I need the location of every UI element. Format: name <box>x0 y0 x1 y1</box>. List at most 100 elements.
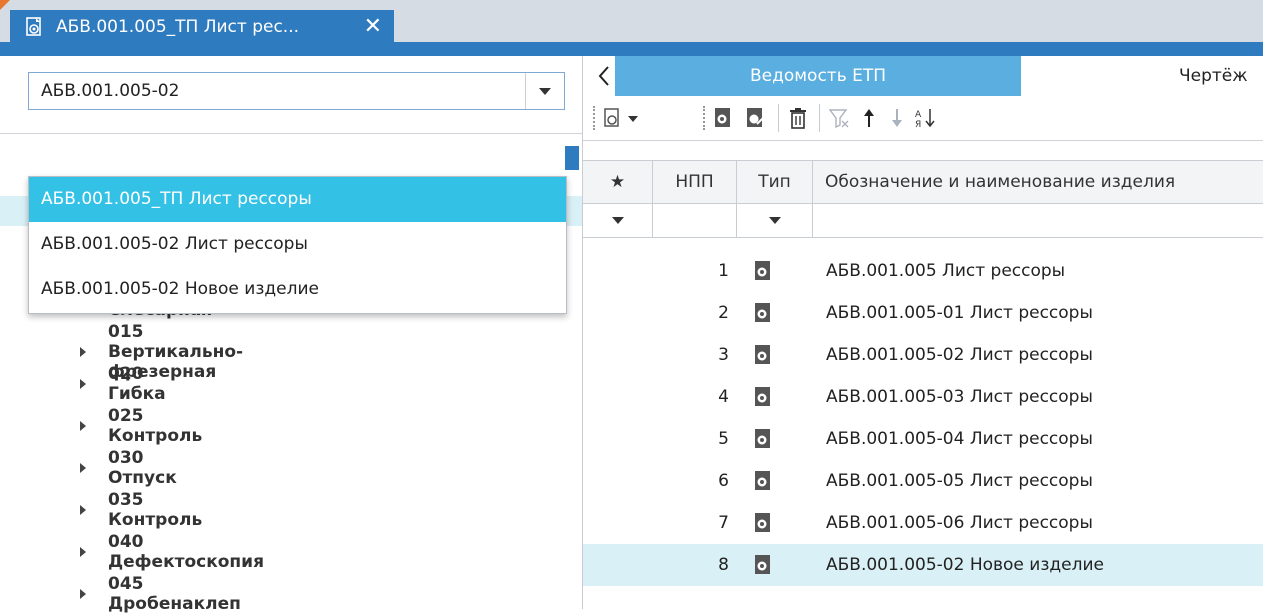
document-tab-bar: АБВ.001.005_ТП Лист рес... ✕ <box>0 0 1263 44</box>
document-tab[interactable]: АБВ.001.005_ТП Лист рес... ✕ <box>10 10 394 44</box>
expand-arrow-icon[interactable] <box>80 505 86 515</box>
toolbar-grip <box>593 106 597 130</box>
table-row[interactable]: 2 АБВ.001.005-01 Лист рессоры <box>583 292 1263 334</box>
toolbar-separator <box>819 104 820 132</box>
document-type-icon <box>753 470 775 492</box>
dropdown-option[interactable]: АБВ.001.005-02 Новое изделие <box>29 267 566 312</box>
filter-type[interactable] <box>737 203 813 237</box>
dropdown-option[interactable]: АБВ.001.005_ТП Лист рессоры <box>29 177 566 222</box>
chevron-down-icon <box>768 216 781 224</box>
add-document-dropdown-icon[interactable] <box>601 106 641 130</box>
move-up-icon[interactable] <box>859 106 879 130</box>
delete-icon[interactable] <box>786 106 810 130</box>
sort-az-icon[interactable]: АЯ <box>913 106 937 130</box>
row-name: АБВ.001.005-03 Лист рессоры <box>826 387 1093 407</box>
chevron-left-icon[interactable] <box>593 64 615 88</box>
combobox-value: АБВ.001.005-02 <box>41 81 180 101</box>
tree-node-label: 045 Дробенаклеп <box>108 574 241 614</box>
document-type-icon <box>753 554 775 576</box>
row-name: АБВ.001.005-05 Лист рессоры <box>826 471 1093 491</box>
table-row[interactable]: 1 АБВ.001.005 Лист рессоры <box>583 250 1263 292</box>
document-type-icon <box>753 344 775 366</box>
toolbar-separator <box>778 104 779 132</box>
tab-vedomost-etp[interactable]: Ведомость ЕТП <box>615 56 1021 96</box>
document-icon <box>24 16 46 38</box>
filter-clear-icon[interactable] <box>827 106 851 130</box>
expand-arrow-icon[interactable] <box>80 421 86 431</box>
tree-node-label: 020 Гибка <box>108 364 166 404</box>
expand-arrow-icon[interactable] <box>80 463 86 473</box>
tree-node-label: 040 Дефектоскопия <box>108 532 265 572</box>
close-tab-icon[interactable]: ✕ <box>364 16 382 38</box>
document-type-icon <box>753 260 775 282</box>
column-header-npp[interactable]: НПП <box>653 161 737 203</box>
tab-corner-marker <box>0 0 10 10</box>
tree-node[interactable]: 030 Отпуск <box>80 448 177 488</box>
row-npp: 4 <box>718 387 729 407</box>
right-tab-strip: Ведомость ЕТП Чертёж <box>583 56 1263 97</box>
filter-row <box>583 203 1263 238</box>
right-panel: Ведомость ЕТП Чертёж АЯ ★ НПП Тип Обозна… <box>583 56 1263 609</box>
expand-arrow-icon[interactable] <box>80 379 86 389</box>
filter-favorite[interactable] <box>583 203 653 237</box>
left-panel: АБВ.001.005-02 АБВ.001.005_ТП Лист рессо… <box>0 56 583 614</box>
tree-node[interactable]: 020 Гибка <box>80 364 166 404</box>
grid-toolbar: АЯ <box>583 96 1263 141</box>
row-npp: 6 <box>718 471 729 491</box>
combobox-dropdown-list: АБВ.001.005_ТП Лист рессоры АБВ.001.005-… <box>28 176 567 314</box>
table-row-selected[interactable]: 8 АБВ.001.005-02 Новое изделие <box>583 544 1263 586</box>
row-npp: 8 <box>718 555 729 575</box>
tree-node[interactable]: 025 Контроль <box>80 406 202 446</box>
row-name: АБВ.001.005-02 Новое изделие <box>826 555 1104 575</box>
svg-text:А: А <box>915 110 922 120</box>
tree-node[interactable]: 045 Дробенаклеп <box>80 574 241 614</box>
document-type-icon <box>753 428 775 450</box>
row-npp: 1 <box>718 261 729 281</box>
column-header-favorite[interactable]: ★ <box>583 161 653 203</box>
table-row[interactable]: 3 АБВ.001.005-02 Лист рессоры <box>583 334 1263 376</box>
expand-arrow-icon[interactable] <box>80 589 86 599</box>
combobox-dropdown-button[interactable] <box>525 73 564 109</box>
panel-scroll-marker <box>565 146 579 170</box>
document-edit-icon[interactable] <box>743 106 767 130</box>
row-npp: 5 <box>718 429 729 449</box>
row-name: АБВ.001.005-01 Лист рессоры <box>826 303 1093 323</box>
row-name: АБВ.001.005-04 Лист рессоры <box>826 429 1093 449</box>
row-npp: 3 <box>718 345 729 365</box>
tree-node-label: 025 Контроль <box>108 406 203 446</box>
row-name: АБВ.001.005-06 Лист рессоры <box>826 513 1093 533</box>
row-name: АБВ.001.005 Лист рессоры <box>826 261 1066 281</box>
expand-arrow-icon[interactable] <box>80 347 86 357</box>
document-tab-title: АБВ.001.005_ТП Лист рес... <box>56 17 300 37</box>
table-row[interactable]: 6 АБВ.001.005-05 Лист рессоры <box>583 460 1263 502</box>
product-combobox[interactable]: АБВ.001.005-02 <box>28 72 565 110</box>
table-row[interactable]: 5 АБВ.001.005-04 Лист рессоры <box>583 418 1263 460</box>
toolbar-grip <box>703 106 707 130</box>
row-npp: 7 <box>718 513 729 533</box>
filter-name[interactable] <box>813 203 1263 237</box>
document-type-icon <box>753 386 775 408</box>
tree-node-label: 035 Контроль <box>108 490 203 530</box>
filter-npp[interactable] <box>653 203 737 237</box>
tree-node[interactable]: 035 Контроль <box>80 490 202 530</box>
document-type-icon <box>753 302 775 324</box>
tree-node[interactable]: 040 Дефектоскопия <box>80 532 264 572</box>
row-name: АБВ.001.005-02 Лист рессоры <box>826 345 1093 365</box>
table-row[interactable]: 7 АБВ.001.005-06 Лист рессоры <box>583 502 1263 544</box>
accent-bar <box>0 42 1263 56</box>
grid-header: ★ НПП Тип Обозначение и наименование изд… <box>583 160 1263 204</box>
column-header-type[interactable]: Тип <box>737 161 813 203</box>
document-icon[interactable] <box>711 106 735 130</box>
svg-text:Я: Я <box>915 120 921 129</box>
dropdown-option[interactable]: АБВ.001.005-02 Лист рессоры <box>29 222 566 267</box>
tree-node-label: 030 Отпуск <box>108 448 177 488</box>
chevron-down-icon <box>539 87 551 95</box>
document-type-icon <box>753 512 775 534</box>
move-down-icon[interactable] <box>887 106 907 130</box>
expand-arrow-icon[interactable] <box>80 547 86 557</box>
row-npp: 2 <box>718 303 729 323</box>
table-row[interactable]: 4 АБВ.001.005-03 Лист рессоры <box>583 376 1263 418</box>
column-header-name[interactable]: Обозначение и наименование изделия <box>813 161 1263 203</box>
tab-chertezh[interactable]: Чертёж <box>1179 56 1248 96</box>
divider <box>0 133 582 134</box>
